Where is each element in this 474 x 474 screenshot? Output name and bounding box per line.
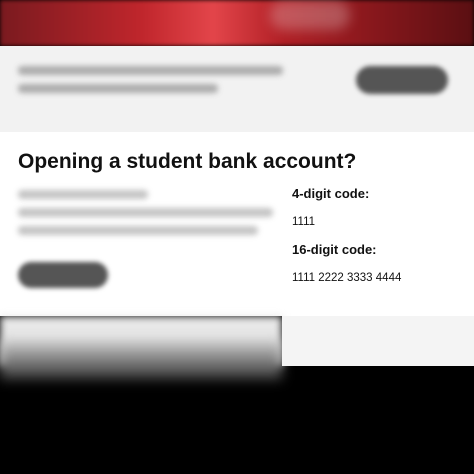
card-button-blurred[interactable]: [18, 262, 108, 288]
code16-label: 16-digit code:: [292, 242, 377, 257]
card-body-text-blurred: [18, 190, 276, 244]
hero-highlight: [270, 0, 350, 30]
right-panel-footer: [282, 316, 474, 366]
card-title: Opening a student bank account?: [18, 150, 357, 173]
codes-panel: 4-digit code: 1111 16-digit code: 1111 2…: [292, 186, 468, 298]
code4-value: 1111: [292, 216, 316, 228]
page: Opening a student bank account? 4-digit …: [0, 0, 474, 474]
code16-value: 1111 2222 3333 4444: [292, 272, 402, 284]
lower-blur-band: [0, 340, 282, 380]
hero-banner-image: [0, 0, 474, 46]
code4-label: 4-digit code:: [292, 186, 370, 201]
info-strip-text-blurred: [18, 66, 288, 102]
info-strip-button-blurred[interactable]: [356, 66, 448, 94]
